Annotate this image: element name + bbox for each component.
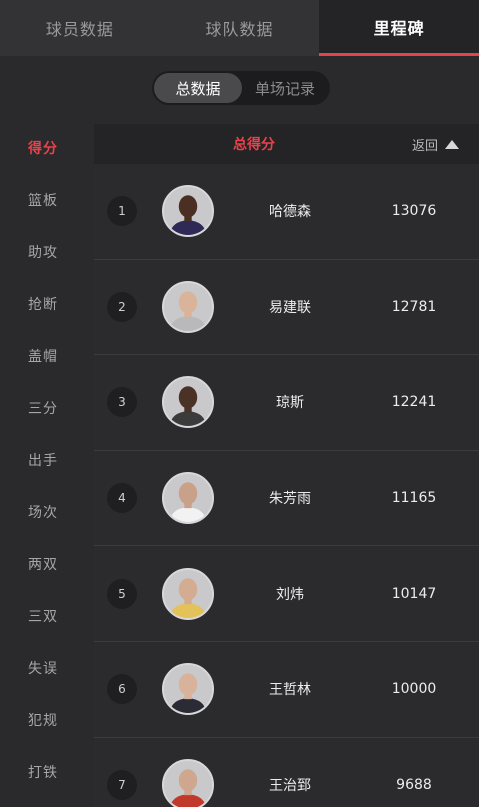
player-avatar[interactable] — [162, 472, 214, 525]
sidebar-item[interactable]: 得分 — [28, 138, 58, 158]
player-avatar[interactable] — [162, 376, 214, 429]
player-photo-icon — [164, 187, 212, 236]
player-avatar[interactable] — [162, 185, 214, 238]
segment-control: 总数据 单场记录 — [152, 71, 330, 105]
sidebar-item[interactable]: 犯规 — [28, 710, 58, 730]
points-value: 12781 — [391, 298, 437, 315]
player-name[interactable]: 王治郅 — [230, 738, 350, 807]
rank-badge: 6 — [107, 674, 137, 705]
player-photo-icon — [164, 282, 212, 331]
player-avatar[interactable] — [162, 758, 214, 807]
tab-milestones[interactable]: 里程碑 — [319, 0, 479, 56]
table-row[interactable]: 7 王治郅 9688 — [94, 737, 479, 807]
table-row[interactable]: 2 易建联 12781 — [94, 259, 479, 356]
table-row[interactable]: 3 琼斯 12241 — [94, 355, 479, 451]
table-row[interactable]: 5 刘炜 10147 — [94, 546, 479, 642]
sidebar-item[interactable]: 篮板 — [28, 190, 58, 210]
points-value: 11165 — [391, 490, 437, 507]
player-avatar[interactable] — [162, 567, 214, 620]
player-photo-icon — [164, 569, 212, 618]
tab-player-stats[interactable]: 球员数据 — [0, 0, 160, 56]
rank-badge: 7 — [107, 769, 137, 800]
leaderboard-table: 总得分 返回 1 哈德森 13076 2 易建联 12781 3 琼斯 12241 4 朱芳雨 111… — [94, 124, 479, 807]
sidebar-item[interactable]: 三分 — [28, 398, 58, 418]
player-avatar[interactable] — [162, 663, 214, 716]
segment-single-game[interactable]: 单场记录 — [242, 73, 328, 103]
player-avatar[interactable] — [162, 280, 214, 333]
rank-badge: 5 — [107, 578, 137, 609]
player-photo-icon — [164, 760, 212, 807]
points-value: 10000 — [391, 681, 437, 698]
rank-badge: 2 — [107, 291, 137, 322]
sidebar-item[interactable]: 失误 — [28, 658, 58, 678]
table-row[interactable]: 4 朱芳雨 11165 — [94, 450, 479, 547]
back-button[interactable]: 返回 — [412, 124, 459, 164]
player-name[interactable]: 朱芳雨 — [230, 451, 350, 546]
points-value: 10147 — [391, 585, 437, 602]
tab-team-stats[interactable]: 球队数据 — [160, 0, 320, 56]
back-label: 返回 — [411, 138, 438, 154]
top-tab-bar: 球员数据 球队数据 里程碑 — [0, 0, 479, 56]
sidebar-item[interactable]: 出手 — [28, 450, 58, 470]
sidebar-item[interactable]: 助攻 — [28, 242, 58, 262]
table-body: 1 哈德森 13076 2 易建联 12781 3 琼斯 12241 4 朱芳雨 11165 5 刘炜 10… — [94, 164, 479, 807]
rank-badge: 3 — [107, 387, 137, 418]
segment-total[interactable]: 总数据 — [154, 73, 242, 103]
table-row[interactable]: 6 王哲林 10000 — [94, 641, 479, 738]
player-photo-icon — [164, 474, 212, 523]
sidebar-item[interactable]: 场次 — [28, 502, 58, 522]
player-name[interactable]: 易建联 — [230, 260, 350, 355]
column-title-total-points: 总得分 — [233, 137, 275, 153]
player-photo-icon — [164, 665, 212, 714]
table-row[interactable]: 1 哈德森 13076 — [94, 164, 479, 260]
rank-badge: 4 — [107, 483, 137, 514]
player-photo-icon — [164, 378, 212, 427]
points-value: 9688 — [396, 776, 432, 793]
sidebar-item[interactable]: 盖帽 — [28, 346, 58, 366]
player-name[interactable]: 刘炜 — [230, 546, 350, 641]
points-value: 13076 — [391, 203, 437, 220]
sidebar-item[interactable]: 抢断 — [28, 294, 58, 314]
rank-badge: 1 — [107, 196, 137, 227]
player-name[interactable]: 王哲林 — [230, 642, 350, 737]
table-header: 总得分 返回 — [94, 124, 479, 164]
player-name[interactable]: 哈德森 — [230, 164, 350, 259]
triangle-up-icon — [445, 139, 459, 149]
player-name[interactable]: 琼斯 — [230, 355, 350, 450]
sidebar-item[interactable]: 三双 — [28, 606, 58, 626]
sidebar-item[interactable]: 打铁 — [28, 762, 58, 782]
points-value: 12241 — [391, 394, 437, 411]
sidebar-item[interactable]: 两双 — [28, 554, 58, 574]
